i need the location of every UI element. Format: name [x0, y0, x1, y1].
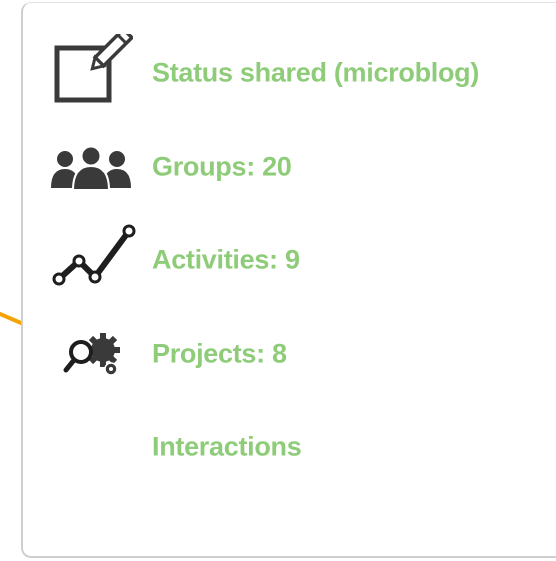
- project-gear-icon: [63, 333, 120, 376]
- menu-item-status[interactable]: Status shared (microblog): [23, 34, 543, 108]
- menu-item-label-interactions[interactable]: Interactions: [152, 432, 302, 463]
- menu-item-projects[interactable]: Projects: 8: [23, 319, 543, 389]
- menu-item-groups[interactable]: Groups: 20: [23, 132, 543, 202]
- menu-item-label-activities[interactable]: Activities: 9: [152, 245, 300, 276]
- people-icon: [51, 146, 131, 191]
- menu-item-interactions[interactable]: Interactions: [23, 412, 543, 482]
- stats-panel: Status shared (microblog) Groups: 20 Act…: [21, 2, 556, 558]
- menu-item-label-status[interactable]: Status shared (microblog): [152, 58, 479, 89]
- menu-item-activities[interactable]: Activities: 9: [23, 224, 543, 295]
- activity-chart-icon: [52, 224, 136, 286]
- menu-item-label-projects[interactable]: Projects: 8: [152, 339, 287, 370]
- edit-icon: [54, 34, 133, 103]
- menu-item-label-groups[interactable]: Groups: 20: [152, 152, 292, 183]
